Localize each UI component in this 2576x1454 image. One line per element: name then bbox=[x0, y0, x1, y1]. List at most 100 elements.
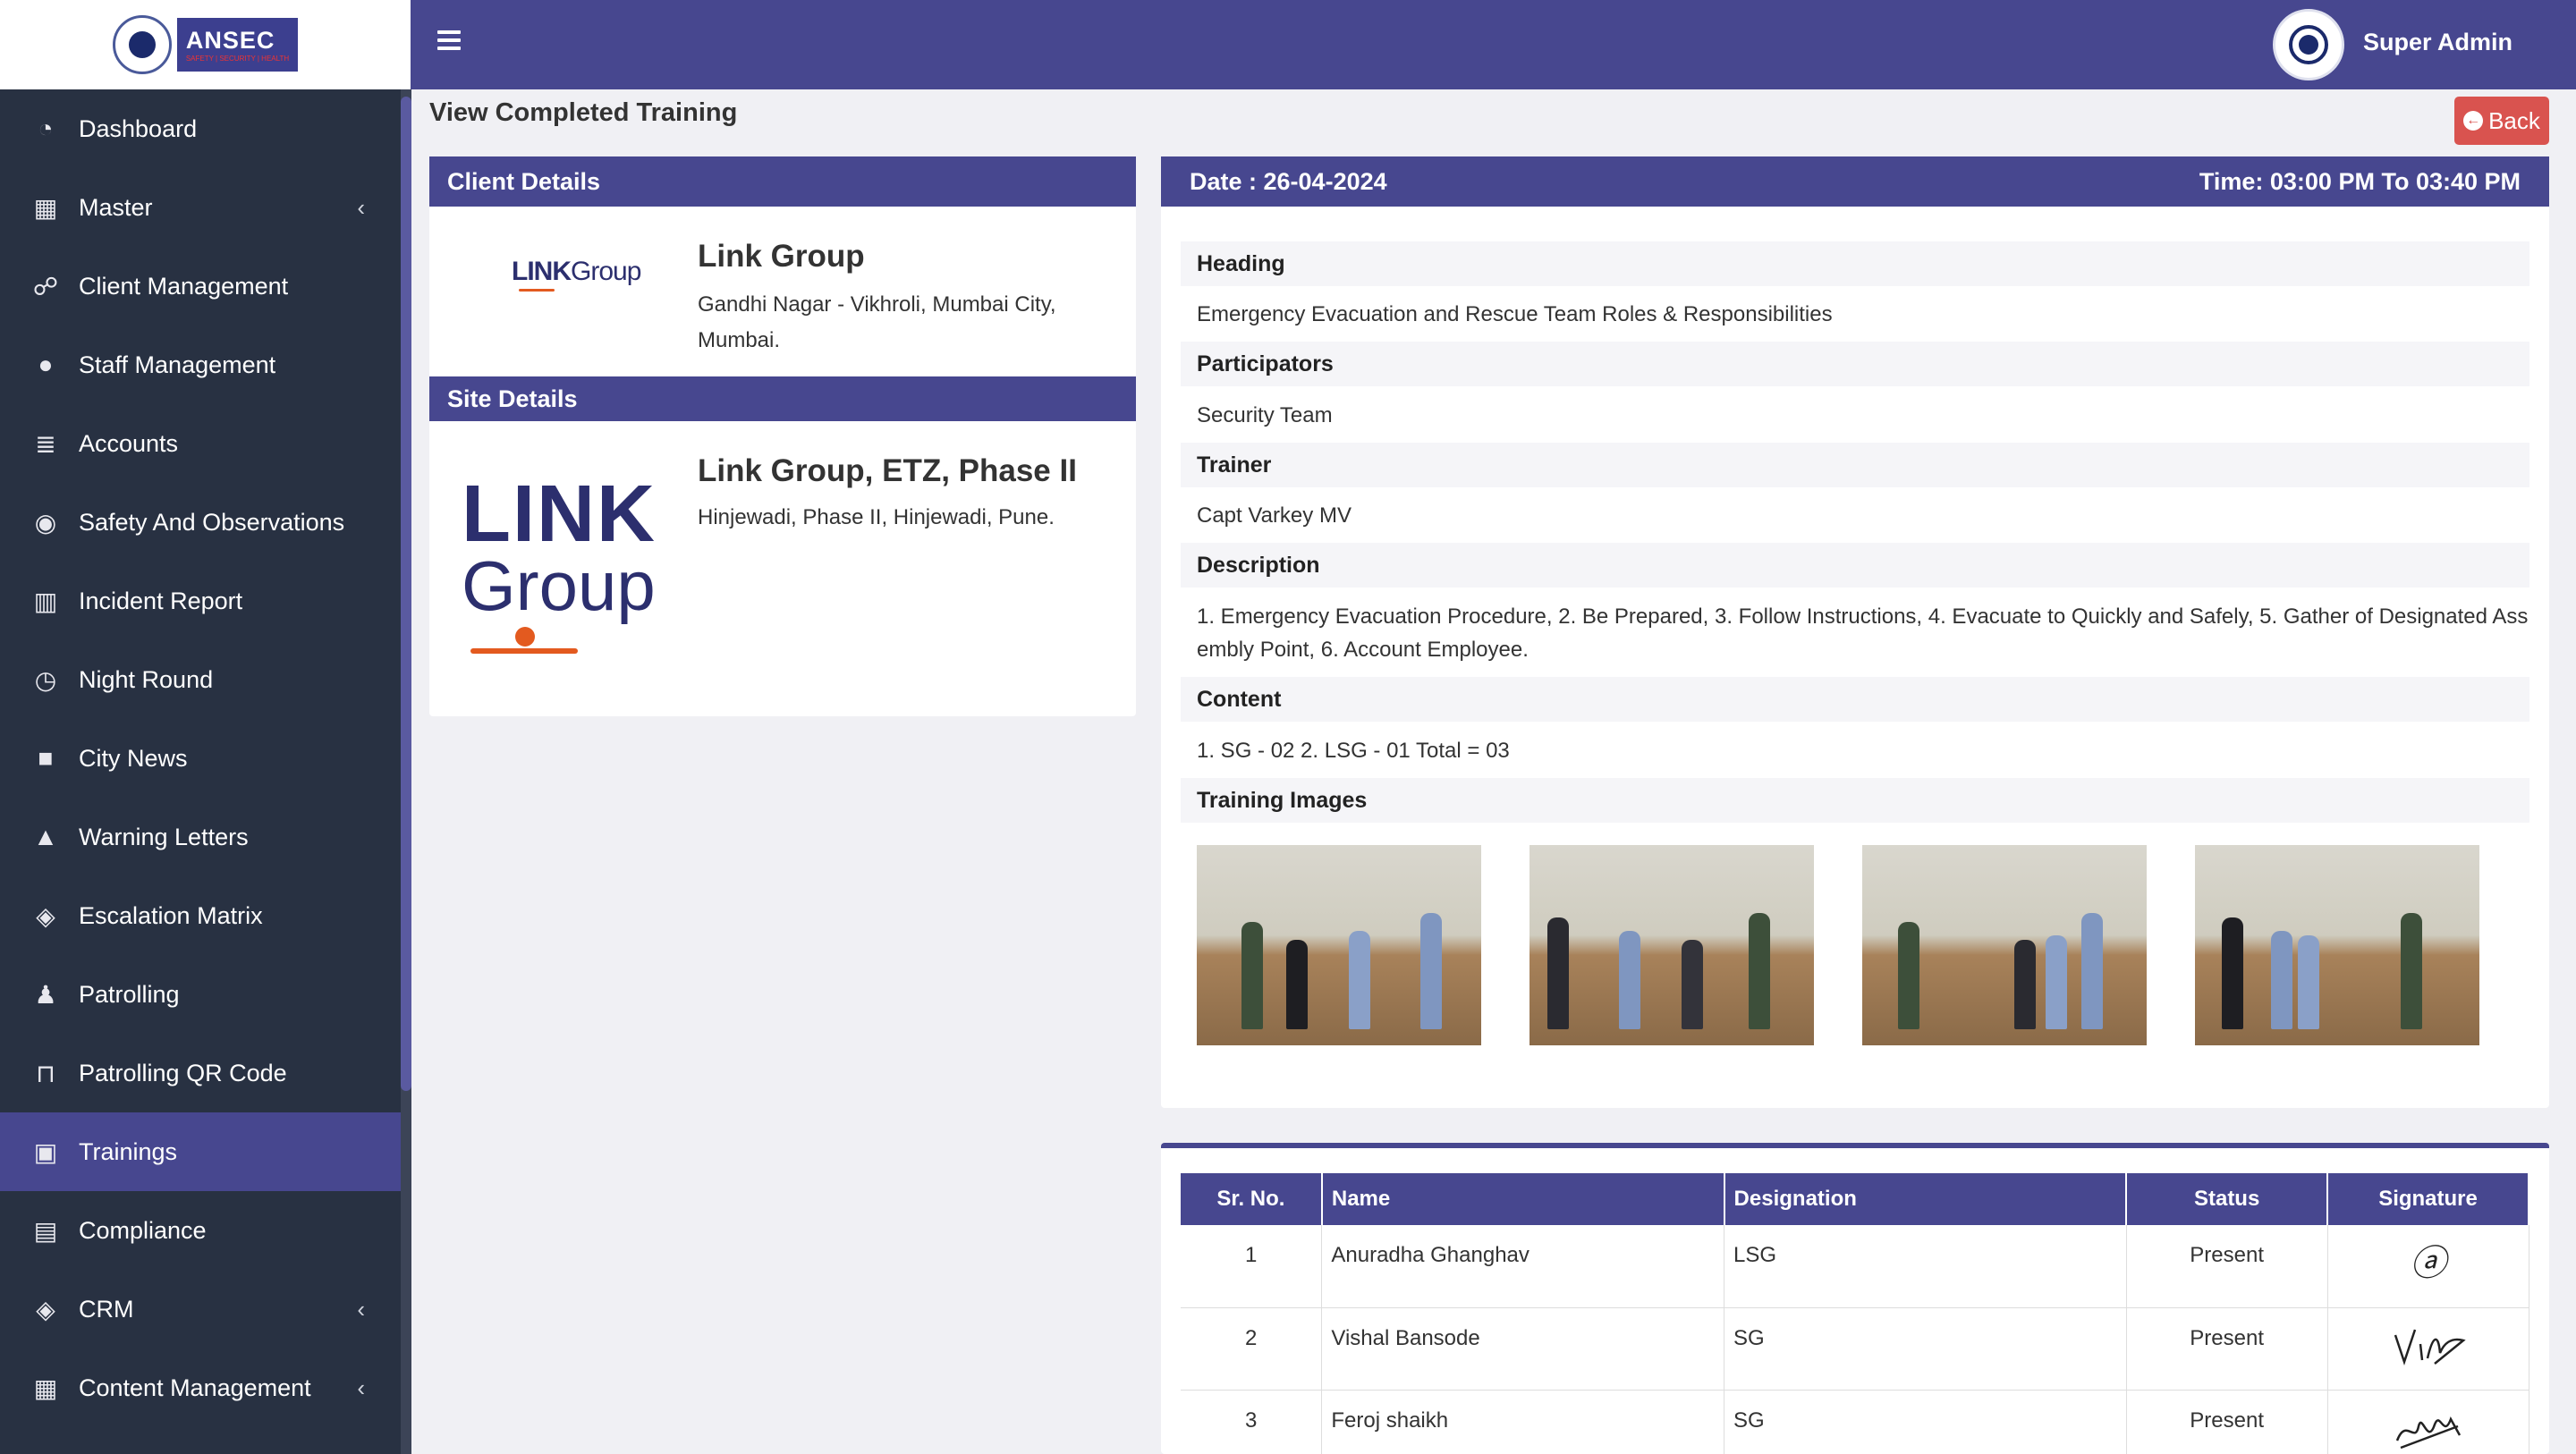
participants-label: Participators bbox=[1181, 342, 2529, 386]
cell-name: Vishal Bansode bbox=[1321, 1307, 1725, 1391]
column-header-sr-no[interactable]: Sr. No. bbox=[1181, 1173, 1323, 1225]
sidebar-item-label: Safety And Observations bbox=[79, 508, 345, 536]
sidebar-item-client-management[interactable]: ☍ Client Management bbox=[0, 247, 401, 325]
table-header-row: Sr. No. Name Designation Status Signatur… bbox=[1181, 1173, 2529, 1225]
cell-sr-no: 2 bbox=[1181, 1307, 1323, 1391]
sidebar-item-safety-and-observations[interactable]: ◉ Safety And Observations bbox=[0, 483, 401, 562]
dashboard-icon: ◔ bbox=[38, 114, 54, 142]
column-header-designation[interactable]: Designation bbox=[1724, 1173, 2128, 1225]
signature-image[interactable] bbox=[2388, 1399, 2469, 1453]
sidebar-item-label: Warning Letters bbox=[79, 823, 249, 850]
sidebar-item-label: Dashboard bbox=[79, 114, 198, 142]
sidebar-item-escalation-matrix[interactable]: ◈ Escalation Matrix bbox=[0, 876, 401, 955]
sidebar-item-label: Patrolling bbox=[79, 980, 180, 1008]
description-value: 1. Emergency Evacuation Procedure, 2. Be… bbox=[1197, 604, 2529, 662]
hamburger-menu-icon[interactable] bbox=[437, 30, 461, 50]
table-row: 3 Feroj shaikh SG Present bbox=[1181, 1390, 2529, 1454]
logo-wordmark: ANSEC SAFETY | SECURITY | HEALTH bbox=[176, 18, 299, 72]
table-icon: ▦ bbox=[33, 193, 58, 222]
trainer-label: Trainer bbox=[1181, 443, 2529, 487]
sidebar-item-label: Master bbox=[79, 193, 153, 221]
back-button-label: Back bbox=[2488, 106, 2540, 134]
sidebar-item-compliance[interactable]: ▤ Compliance bbox=[0, 1191, 401, 1270]
column-header-status[interactable]: Status bbox=[2126, 1173, 2329, 1225]
heading-label: Heading bbox=[1181, 241, 2529, 286]
sidebar-item-label: Escalation Matrix bbox=[79, 901, 263, 929]
user-avatar[interactable] bbox=[2273, 9, 2344, 80]
sidebar-item-night-round[interactable]: ◷ Night Round bbox=[0, 640, 401, 719]
eye-icon: ◉ bbox=[34, 508, 57, 537]
user-name[interactable]: Super Admin bbox=[2363, 29, 2512, 56]
site-name: Link Group, ETZ, Phase II bbox=[698, 453, 1077, 488]
sidebar-item-accounts[interactable]: ≣ Accounts bbox=[0, 404, 401, 483]
cell-name: Feroj shaikh bbox=[1321, 1390, 1725, 1454]
brand-logo[interactable]: ANSEC SAFETY | SECURITY | HEALTH bbox=[0, 0, 411, 89]
description-label: Description bbox=[1181, 543, 2529, 588]
cell-name: Anuradha Ghanghav bbox=[1321, 1225, 1725, 1308]
attendance-card: Sr. No. Name Designation Status Signatur… bbox=[1161, 1143, 2549, 1454]
training-image[interactable] bbox=[1530, 845, 1814, 1045]
sidebar-scrollbar-thumb[interactable] bbox=[401, 97, 411, 1091]
site-details-header: Site Details bbox=[429, 376, 1136, 421]
back-button[interactable]: ← Back bbox=[2454, 97, 2549, 145]
client-address: Gandhi Nagar - Vikhroli, Mumbai City, Mu… bbox=[698, 292, 1056, 352]
cell-signature bbox=[2327, 1390, 2529, 1454]
video-icon: ■ bbox=[38, 744, 54, 772]
sidebar-item-patrolling[interactable]: ♟ Patrolling bbox=[0, 955, 401, 1034]
client-logo-bold: LINK bbox=[512, 257, 572, 286]
column-header-name[interactable]: Name bbox=[1321, 1173, 1725, 1225]
content-value: 1. SG - 02 2. LSG - 01 Total = 03 bbox=[1197, 739, 1510, 763]
database-icon: ≣ bbox=[35, 429, 56, 458]
sidebar-item-dashboard[interactable]: ◔ Dashboard bbox=[0, 89, 401, 168]
sidebar-item-crm[interactable]: ◈ CRM ‹ bbox=[0, 1270, 401, 1348]
warning-icon: ▲ bbox=[33, 823, 58, 850]
sidebar-item-content-management[interactable]: ▦ Content Management ‹ bbox=[0, 1348, 401, 1427]
sidebar-item-label: Client Management bbox=[79, 272, 289, 300]
table-row: 1 Anuradha Ghanghav LSG Present ⓐ bbox=[1181, 1225, 2529, 1308]
sidebar-item-label: Content Management bbox=[79, 1374, 311, 1401]
training-date: Date : 26-04-2024 bbox=[1190, 167, 1387, 195]
handshake-icon: ☍ bbox=[32, 272, 59, 300]
site-logo: LINK Group bbox=[462, 474, 667, 654]
sidebar-item-master[interactable]: ▦ Master ‹ bbox=[0, 168, 401, 247]
cell-signature: ⓐ bbox=[2327, 1225, 2529, 1308]
tag-icon: ◈ bbox=[36, 901, 55, 930]
content-label: Content bbox=[1181, 677, 2529, 722]
trainer-value: Capt Varkey MV bbox=[1197, 503, 1352, 528]
logo-emblem-icon bbox=[112, 15, 172, 74]
cell-sr-no: 1 bbox=[1181, 1225, 1323, 1308]
attendance-table: Sr. No. Name Designation Status Signatur… bbox=[1181, 1173, 2529, 1454]
cell-status: Present bbox=[2126, 1225, 2328, 1308]
training-date-time-header: Date : 26-04-2024 Time: 03:00 PM To 03:4… bbox=[1161, 156, 2549, 207]
signature-image[interactable]: ⓐ bbox=[2411, 1243, 2446, 1284]
top-bar: Super Admin bbox=[411, 0, 2576, 89]
sidebar-item-label: Compliance bbox=[79, 1216, 207, 1244]
cell-status: Present bbox=[2126, 1390, 2328, 1454]
training-time: Time: 03:00 PM To 03:40 PM bbox=[2199, 167, 2521, 195]
cell-designation: SG bbox=[1724, 1390, 2127, 1454]
client-details-card: Client Details LINKGroup Link Group Gand… bbox=[429, 156, 1136, 716]
sidebar-item-city-news[interactable]: ■ City News bbox=[0, 719, 401, 798]
sidebar-item-staff-management[interactable]: ● Staff Management bbox=[0, 325, 401, 404]
binoculars-icon: ⊓ bbox=[36, 1059, 55, 1087]
sidebar-item-label: Accounts bbox=[79, 429, 179, 457]
chevron-left-icon: ‹ bbox=[357, 1374, 365, 1401]
sidebar-item-incident-report[interactable]: ▥ Incident Report bbox=[0, 562, 401, 640]
signature-image[interactable] bbox=[2388, 1317, 2469, 1371]
participants-value: Security Team bbox=[1197, 403, 1333, 427]
training-image[interactable] bbox=[1197, 845, 1481, 1045]
sidebar-item-patrolling-qr-code[interactable]: ⊓ Patrolling QR Code bbox=[0, 1034, 401, 1112]
training-details-card: Date : 26-04-2024 Time: 03:00 PM To 03:4… bbox=[1161, 156, 2549, 1108]
cell-designation: LSG bbox=[1724, 1225, 2127, 1308]
sidebar-item-trainings[interactable]: ▣ Trainings bbox=[0, 1112, 401, 1191]
presentation-icon: ▣ bbox=[33, 1137, 58, 1166]
client-details-header: Client Details bbox=[429, 156, 1136, 207]
training-image[interactable] bbox=[2195, 845, 2479, 1045]
training-image[interactable] bbox=[1862, 845, 2147, 1045]
site-address: Hinjewadi, Phase II, Hinjewadi, Pune. bbox=[698, 505, 1055, 529]
sidebar-item-warning-letters[interactable]: ▲ Warning Letters bbox=[0, 798, 401, 876]
sidebar-item-label: Trainings bbox=[79, 1137, 178, 1165]
column-header-signature[interactable]: Signature bbox=[2327, 1173, 2529, 1225]
sidebar-nav: ◔ Dashboard ▦ Master ‹ ☍ Client Management ●… bbox=[0, 89, 401, 1427]
brand-name: ANSEC bbox=[185, 27, 275, 54]
